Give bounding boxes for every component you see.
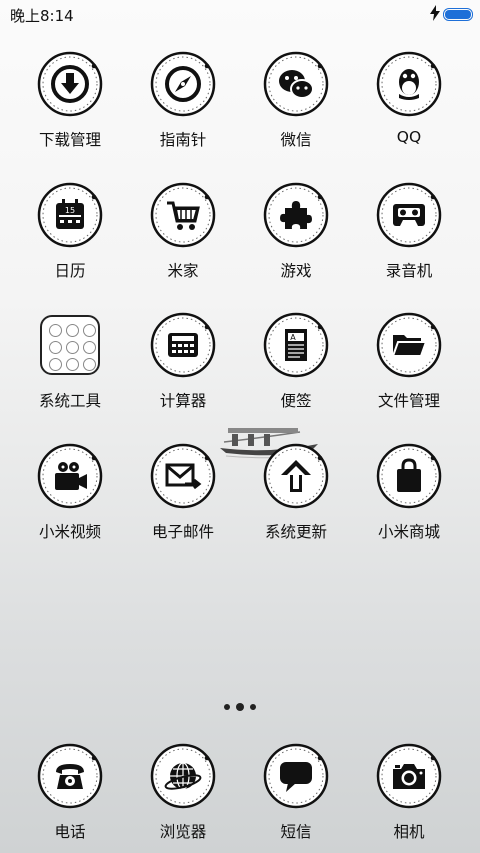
qq-penguin-icon [399,69,419,100]
globe-icon [164,762,202,790]
app-label: 微信 [280,131,312,149]
app-globe[interactable]: 浏览器 [127,742,239,853]
app-label: 小米视频 [38,523,101,541]
page-dot[interactable] [250,704,256,710]
shopping-cart-icon [167,201,200,230]
app-label: 电子邮件 [151,523,214,541]
app-shopping-cart[interactable]: 米家 [127,181,239,299]
app-label: 录音机 [385,262,433,280]
app-compass[interactable]: 指南针 [127,50,239,168]
app-label: 计算器 [159,392,207,410]
app-ring [375,50,443,118]
message-bubble-icon [280,762,312,792]
app-ring [375,442,443,510]
app-ring [262,442,330,510]
shopping-bag-icon [397,458,421,492]
app-puzzle[interactable]: 游戏 [240,181,352,299]
app-shopping-bag[interactable]: 小米商城 [353,442,465,560]
app-ring: 15 [36,181,104,249]
app-message-bubble[interactable]: 短信 [240,742,352,853]
app-ring [149,181,217,249]
app-ring [375,181,443,249]
app-notes[interactable]: A 便签 [240,311,352,429]
app-update-arrow[interactable]: 系统更新 [240,442,352,560]
app-label: 短信 [280,823,312,841]
app-label: 系统更新 [264,523,327,541]
app-ring: A [262,311,330,379]
app-ring [375,742,443,810]
page-dot[interactable] [224,704,230,710]
app-ring [262,181,330,249]
app-cassette[interactable]: 录音机 [353,181,465,299]
app-qq-penguin[interactable]: QQ [353,50,465,168]
video-camera-icon [55,462,87,490]
battery-icon [443,8,473,21]
app-ring [36,442,104,510]
app-calendar[interactable]: 15 日历 [14,181,126,299]
app-folder[interactable]: 文件管理 [353,311,465,429]
cassette-icon [393,204,425,226]
wechat-icon [279,70,314,99]
app-mail[interactable]: 电子邮件 [127,442,239,560]
app-wechat[interactable]: 微信 [240,50,352,168]
app-label: 文件管理 [377,392,440,410]
calendar-icon: 15 [56,199,84,229]
home-screen: 晚上8:14 下载管理 指南针 微信 QQ 15 日历 米家 游戏 录音机系统工具 计算器 A 便签 文… [0,0,480,853]
page-dot-current[interactable] [236,703,244,711]
page-indicator [0,700,480,714]
notes-icon: A [285,329,307,361]
app-ring [262,742,330,810]
puzzle-icon [280,201,312,229]
app-label: 电话 [54,823,86,841]
app-ring [149,311,217,379]
app-label: 系统工具 [38,392,101,410]
app-ring [36,50,104,118]
svg-text:A: A [290,333,296,342]
app-tools-folder[interactable]: 系统工具 [14,311,126,429]
download-icon [51,65,89,103]
mail-icon [165,463,202,490]
calculator-icon [168,333,198,357]
app-ring [149,442,217,510]
app-label: 下载管理 [38,131,101,149]
telephone-icon [56,764,84,789]
app-label: 便签 [280,392,312,410]
charging-icon [430,5,440,25]
app-label: 米家 [167,262,199,280]
app-ring [262,50,330,118]
app-ring [149,742,217,810]
folder-icon [391,335,428,357]
app-label: 浏览器 [159,823,207,841]
app-camera[interactable]: 相机 [353,742,465,853]
status-bar: 晚上8:14 [0,0,480,28]
app-ring [149,50,217,118]
app-label: 游戏 [280,262,312,280]
app-calculator[interactable]: 计算器 [127,311,239,429]
status-time: 晚上8:14 [10,7,74,25]
app-download[interactable]: 下载管理 [14,50,126,168]
compass-icon [165,66,201,102]
app-label: QQ [396,128,422,146]
app-label: 小米商城 [377,523,440,541]
app-telephone[interactable]: 电话 [14,742,126,853]
update-arrow-icon [281,460,311,492]
app-ring [375,311,443,379]
app-label: 日历 [54,262,86,280]
app-label: 指南针 [159,131,207,149]
camera-icon [393,764,425,789]
tools-folder-icon [40,315,100,375]
svg-text:15: 15 [65,206,75,215]
app-video-camera[interactable]: 小米视频 [14,442,126,560]
app-ring [36,742,104,810]
app-label: 相机 [393,823,425,841]
